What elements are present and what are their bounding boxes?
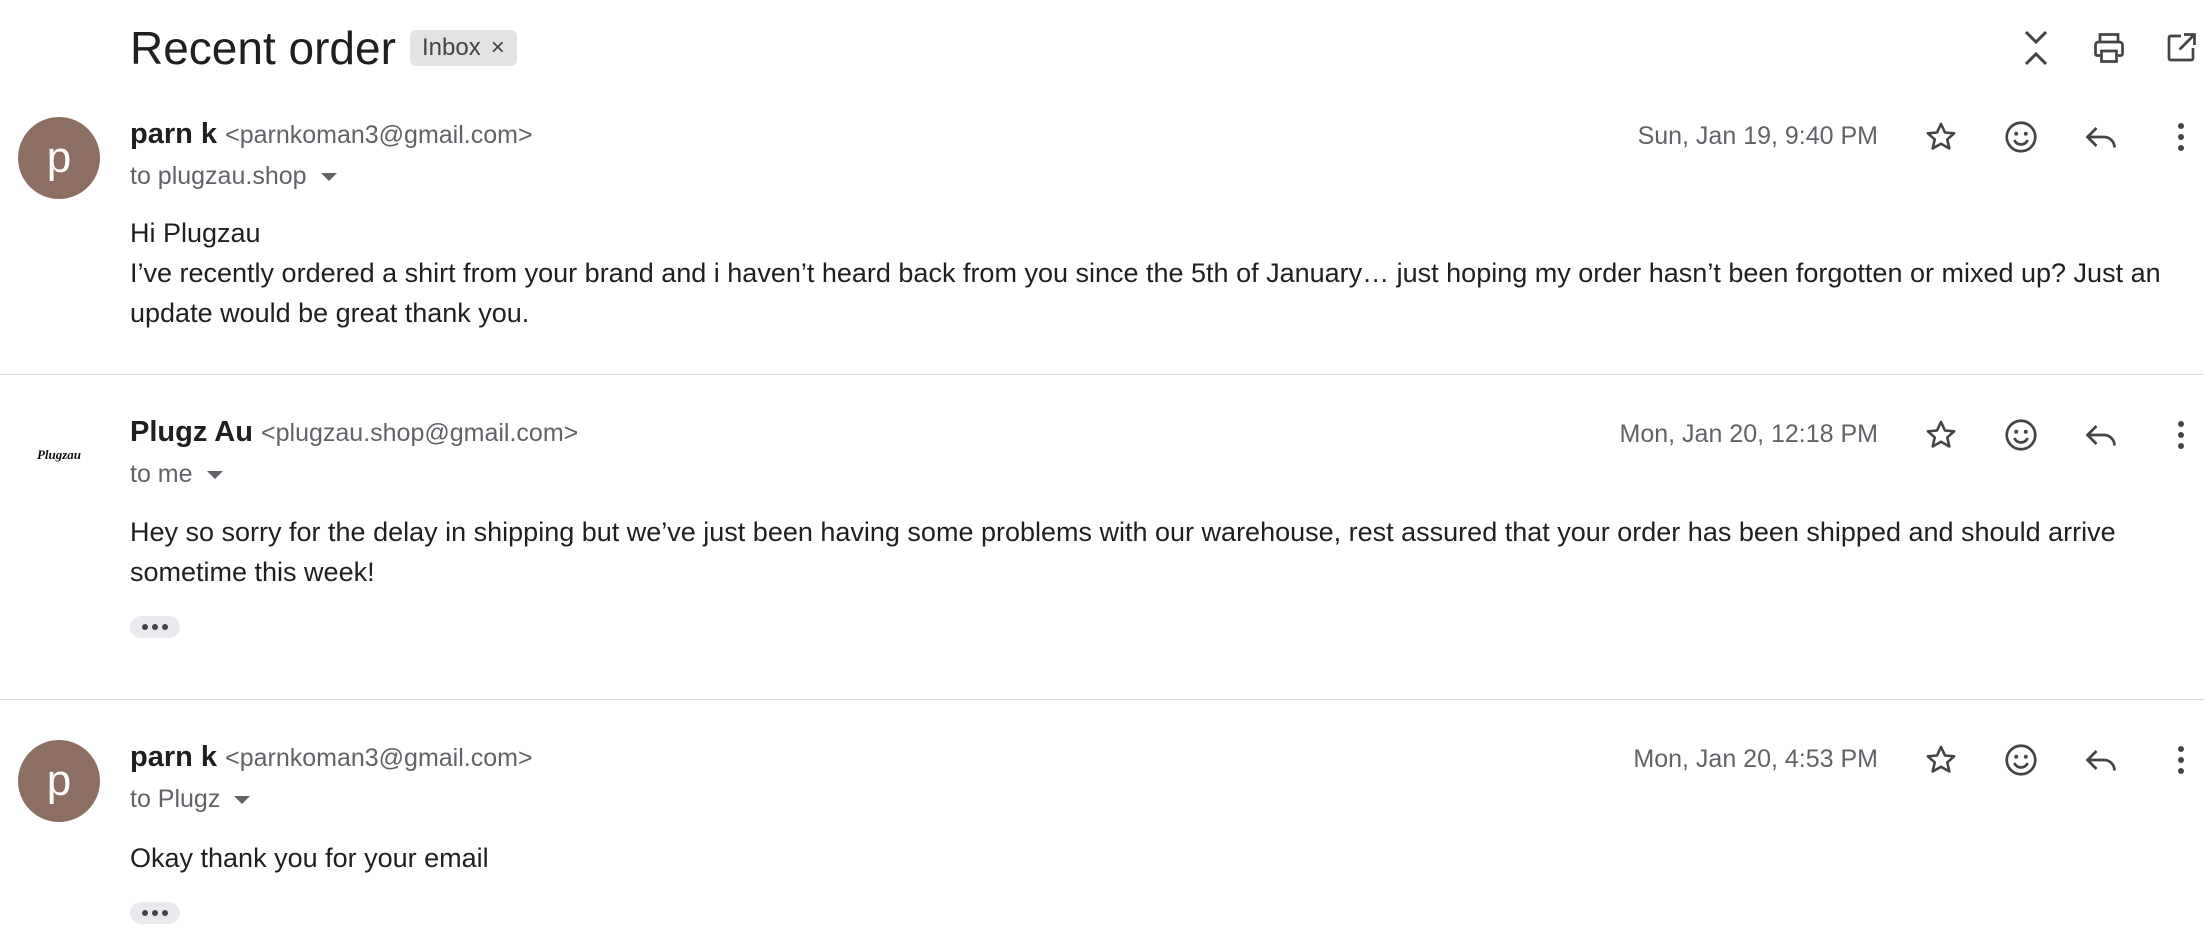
- sender-email: <parnkoman3@gmail.com>: [225, 744, 533, 772]
- sender-email: <plugzau.shop@gmail.com>: [261, 419, 579, 447]
- label-chip-text: Inbox: [422, 34, 481, 61]
- label-chip-inbox[interactable]: Inbox ×: [410, 30, 517, 66]
- message-date: Sun, Jan 19, 9:40 PM: [1637, 122, 1878, 150]
- star-icon[interactable]: [1917, 736, 1965, 784]
- sender-name[interactable]: parn k: [130, 741, 217, 773]
- sender-name[interactable]: Plugz Au: [130, 416, 253, 448]
- star-icon[interactable]: [1917, 411, 1965, 459]
- print-icon[interactable]: [2085, 24, 2133, 72]
- more-vert-icon[interactable]: [2157, 113, 2204, 161]
- message-body-line: I’ve recently ordered a shirt from your …: [130, 258, 2161, 328]
- message-date: Mon, Jan 20, 12:18 PM: [1619, 420, 1878, 448]
- message-body-line: Hey so sorry for the delay in shipping b…: [130, 517, 2116, 587]
- show-trimmed-content-button[interactable]: [130, 902, 180, 924]
- dot: [142, 910, 148, 916]
- recipients-line: to Plugz: [130, 785, 251, 814]
- remove-label-icon[interactable]: ×: [491, 34, 505, 62]
- star-icon[interactable]: [1917, 113, 1965, 161]
- avatar[interactable]: p: [18, 740, 100, 822]
- message-body-line: Okay thank you for your email: [130, 843, 489, 873]
- recipients-text: to plugzau.shop: [130, 162, 307, 190]
- reply-icon[interactable]: [2077, 411, 2125, 459]
- recipients-line: to me: [130, 460, 223, 489]
- message-divider: [0, 374, 2204, 375]
- thread-header: Recent order Inbox ×: [0, 0, 2204, 100]
- dot: [162, 624, 168, 630]
- add-reaction-icon[interactable]: [1997, 113, 2045, 161]
- recipients-line: to plugzau.shop: [130, 162, 337, 191]
- message-body: Okay thank you for your email: [130, 838, 2200, 878]
- more-vert-icon[interactable]: [2157, 736, 2204, 784]
- show-details-icon[interactable]: [320, 172, 337, 181]
- add-reaction-icon[interactable]: [1997, 736, 2045, 784]
- sender-line: Plugz Au <plugzau.shop@gmail.com>: [130, 416, 578, 449]
- dot: [152, 910, 158, 916]
- sender-line: parn k <parnkoman3@gmail.com>: [130, 118, 533, 151]
- recipients-text: to Plugz: [130, 785, 221, 813]
- show-trimmed-content-button[interactable]: [130, 616, 180, 638]
- thread-subject: Recent order: [130, 22, 396, 74]
- avatar-logo[interactable]: Plugzau: [18, 414, 100, 496]
- more-vert-icon[interactable]: [2157, 411, 2204, 459]
- message-body: Hi Plugzau I’ve recently ordered a shirt…: [130, 213, 2200, 333]
- sender-line: parn k <parnkoman3@gmail.com>: [130, 741, 533, 774]
- message-body: Hey so sorry for the delay in shipping b…: [130, 512, 2200, 592]
- reply-icon[interactable]: [2077, 736, 2125, 784]
- avatar[interactable]: p: [18, 117, 100, 199]
- dot: [162, 910, 168, 916]
- collapse-all-icon[interactable]: [2012, 24, 2060, 72]
- add-reaction-icon[interactable]: [1997, 411, 2045, 459]
- show-details-icon[interactable]: [234, 795, 251, 804]
- open-in-new-window-icon[interactable]: [2157, 24, 2204, 72]
- show-details-icon[interactable]: [206, 470, 223, 479]
- reply-icon[interactable]: [2077, 113, 2125, 161]
- dot: [152, 624, 158, 630]
- sender-name[interactable]: parn k: [130, 118, 217, 150]
- message-divider: [0, 699, 2204, 700]
- sender-email: <parnkoman3@gmail.com>: [225, 121, 533, 149]
- message-date: Mon, Jan 20, 4:53 PM: [1633, 745, 1878, 773]
- dot: [142, 624, 148, 630]
- message-body-line: Hi Plugzau: [130, 218, 261, 248]
- recipients-text: to me: [130, 460, 193, 488]
